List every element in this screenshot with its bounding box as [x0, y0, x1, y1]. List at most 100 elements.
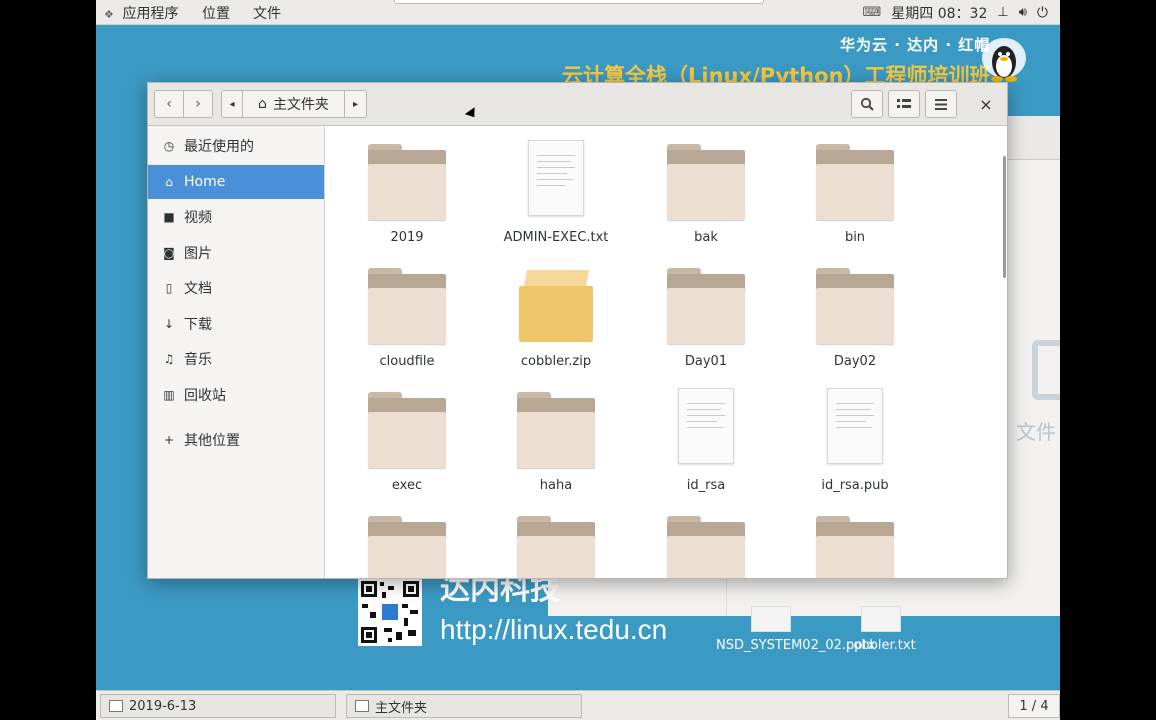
network-icon[interactable]: ⊥ — [997, 5, 1008, 20]
folder-icon — [368, 268, 446, 344]
path-scroll-left-button[interactable]: ◂ — [221, 90, 243, 118]
folder-item[interactable]: haha — [486, 374, 626, 494]
task-2019-6-13[interactable]: 2019-6-13 — [100, 694, 336, 718]
top-panel: ❖ 应用程序 位置 文件 ⌨ 星期四 08：32 ⊥ 🔊︎ ⏻ — [96, 0, 1060, 25]
file-grid: 2019 ADMIN-EXEC.txt bak bin cloudfile co… — [326, 126, 1007, 578]
folder-icon — [816, 516, 894, 578]
path-bar: ◂ ⌂ 主文件夹 ▸ — [221, 90, 367, 118]
window-icon — [109, 700, 123, 712]
folder-item[interactable]: cloudfile — [337, 250, 477, 370]
file-item[interactable]: id_rsa.pub — [785, 374, 925, 494]
task-home-folder[interactable]: 主文件夹 — [346, 694, 582, 718]
archive-icon — [519, 270, 593, 342]
folder-item[interactable]: bin — [785, 126, 925, 246]
desktop-file[interactable]: NSD_SYSTEM02_02.pptx — [716, 606, 875, 655]
folder-item[interactable]: bak — [636, 126, 776, 246]
folder-icon — [517, 392, 595, 468]
list-view-icon — [897, 99, 911, 108]
folder-item[interactable] — [337, 498, 477, 578]
desktop-screen: ❖ 应用程序 位置 文件 ⌨ 星期四 08：32 ⊥ 🔊︎ ⏻ 华为云 · 达内… — [96, 0, 1060, 720]
bottom-panel: 2019-6-13 主文件夹 1 / 4 — [96, 690, 1060, 720]
folder-item[interactable]: 2019 — [337, 126, 477, 246]
placeholder-icon — [1032, 340, 1060, 400]
folder-icon — [517, 516, 595, 578]
keyboard-icon[interactable]: ⌨ — [863, 5, 882, 20]
background-window-label: 文件 — [1016, 420, 1056, 444]
penguin-logo-icon — [982, 38, 1026, 82]
search-button[interactable] — [851, 90, 883, 118]
desktop-file[interactable]: cobbler.txt — [826, 606, 936, 655]
file-item[interactable]: cobbler.zip — [486, 250, 626, 370]
file-item[interactable]: ADMIN-EXEC.txt — [486, 126, 626, 246]
workspace-pager[interactable]: 1 / 4 — [1008, 694, 1060, 718]
text-file-icon — [528, 140, 584, 216]
trash-icon: ▥ — [163, 388, 175, 402]
sidebar-item-downloads[interactable]: ↓ 下载 — [148, 307, 324, 341]
volume-icon[interactable]: 🔊︎ — [1019, 5, 1027, 20]
folder-item[interactable]: Day01 — [636, 250, 776, 370]
file-icon — [861, 606, 901, 632]
document-icon: ▯ — [165, 281, 173, 295]
folder-icon — [667, 516, 745, 578]
qr-code-icon — [358, 578, 422, 646]
view-toggle-button[interactable] — [888, 90, 920, 118]
sidebar-item-home[interactable]: ⌂ Home — [148, 165, 324, 199]
file-icon — [751, 606, 791, 632]
text-file-icon — [678, 388, 734, 464]
apps-menu[interactable]: ❖ 应用程序 — [104, 3, 178, 23]
folder-item[interactable]: Day02 — [785, 250, 925, 370]
path-home-button[interactable]: ⌂ 主文件夹 — [243, 90, 345, 118]
text-file-icon — [827, 388, 883, 464]
folder-item[interactable] — [785, 498, 925, 578]
file-menu[interactable]: 文件 — [253, 3, 281, 23]
datetime[interactable]: 星期四 08：32 — [891, 3, 987, 23]
folder-icon — [368, 144, 446, 220]
scrollbar[interactable] — [1003, 156, 1006, 278]
header-bar: ‹ › ◂ ⌂ 主文件夹 ▸ × — [148, 83, 1007, 126]
sidebar-item-pictures[interactable]: ◙ 图片 — [148, 236, 324, 270]
folder-icon — [816, 144, 894, 220]
close-button[interactable]: × — [974, 92, 998, 116]
search-icon — [860, 97, 874, 111]
hamburger-icon — [935, 98, 947, 110]
gnome-foot-icon: ❖ — [104, 8, 114, 21]
arrow-left-icon: ◂ — [229, 98, 235, 110]
video-icon: ■ — [163, 210, 175, 224]
top-search-field[interactable] — [394, 0, 764, 4]
folder-item[interactable] — [636, 498, 776, 578]
sidebar-item-music[interactable]: ♫ 音乐 — [148, 342, 324, 376]
chevron-left-icon: ‹ — [166, 96, 172, 112]
home-icon: ⌂ — [165, 175, 173, 189]
forward-button[interactable]: › — [183, 90, 213, 118]
brand-url: http://linux.tedu.cn — [440, 614, 668, 645]
home-icon: ⌂ — [258, 96, 267, 112]
folder-item[interactable]: exec — [337, 374, 477, 494]
close-icon: × — [979, 94, 993, 114]
places-sidebar: ◷ 最近使用的 ⌂ Home ■ 视频 ◙ 图片 ▯ 文档 ↓ 下载 ♫ 音乐 … — [148, 126, 325, 578]
sidebar-item-trash[interactable]: ▥ 回收站 — [148, 378, 324, 412]
clock-icon: ◷ — [163, 139, 175, 153]
folder-icon — [368, 516, 446, 578]
path-scroll-right-button[interactable]: ▸ — [345, 90, 367, 118]
banner-line1: 华为云 · 达内 · 红帽 — [840, 36, 991, 54]
folder-icon — [368, 392, 446, 468]
sidebar-item-other-locations[interactable]: + 其他位置 — [148, 423, 324, 457]
chevron-right-icon: › — [195, 96, 201, 112]
sidebar-item-documents[interactable]: ▯ 文档 — [148, 271, 324, 305]
power-icon[interactable]: ⏻ — [1037, 5, 1048, 21]
camera-icon: ◙ — [163, 246, 175, 260]
places-menu[interactable]: 位置 — [202, 3, 230, 23]
arrow-right-icon: ▸ — [352, 98, 359, 110]
sidebar-item-videos[interactable]: ■ 视频 — [148, 200, 324, 234]
back-button[interactable]: ‹ — [154, 90, 184, 118]
window-icon — [355, 700, 369, 712]
file-manager-window[interactable]: ‹ › ◂ ⌂ 主文件夹 ▸ × ◷ 最近使用的 ⌂ Home ■ 视频 ◙ 图… — [147, 82, 1008, 579]
menu-button[interactable] — [925, 90, 957, 118]
folder-icon — [816, 268, 894, 344]
folder-icon — [667, 268, 745, 344]
folder-item[interactable] — [486, 498, 626, 578]
plus-icon: + — [163, 433, 175, 447]
file-item[interactable]: id_rsa — [636, 374, 776, 494]
folder-icon — [667, 144, 745, 220]
sidebar-item-recent[interactable]: ◷ 最近使用的 — [148, 129, 324, 163]
